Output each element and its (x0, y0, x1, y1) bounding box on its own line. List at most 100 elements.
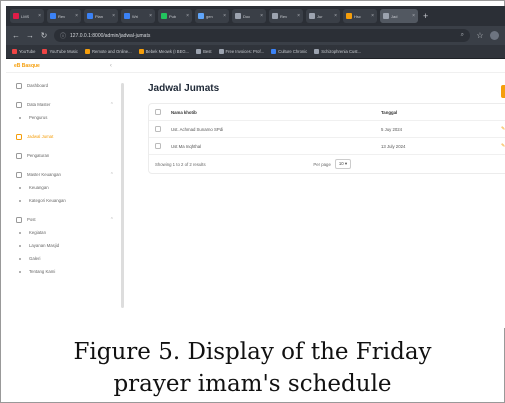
back-icon[interactable]: ← (12, 31, 20, 40)
bookmark-favicon-icon (218, 49, 224, 54)
per-page-select[interactable]: 10 ▾ (334, 159, 351, 169)
tab-label: Wri (132, 13, 138, 19)
tab-favicon-icon (161, 13, 167, 19)
sidebar-item-jadwal-jumat[interactable]: Jadwal Jumat (12, 130, 118, 143)
bookmark-favicon-icon (196, 49, 202, 54)
sidebar-item-label: Dashboard (27, 83, 49, 88)
app-brand[interactable]: eB Basque (14, 63, 40, 69)
bookmark-item[interactable]: Remote and Online... (85, 49, 132, 54)
sidebar-item-kategori-keuangan[interactable]: Kategori Keuangan (12, 194, 118, 207)
sidebar-item-galeri[interactable]: Galeri (12, 252, 118, 265)
cell-nama-khotib: Ust. Achmad Sunarno SPdi (171, 126, 224, 132)
tab-label: gen (206, 13, 213, 19)
address-bar: ← → ↻ ⓘ 127.0.0.1:8000/admin/jadwal-juma… (6, 26, 505, 45)
browser-tab[interactable]: Wri × (121, 9, 155, 23)
row-edit-icon[interactable]: ✎ (501, 143, 505, 149)
tab-close-icon[interactable]: × (412, 13, 415, 19)
sidebar-scrollbar[interactable] (121, 83, 124, 308)
sidebar-item-master-keuangan[interactable]: Master Keuangan ⌃ (12, 168, 118, 181)
main-content: Jadwal Jumats Nama khotib Tanggal Ust. A… (136, 73, 505, 328)
tab-favicon-icon (309, 13, 315, 19)
bookmark-item[interactable]: Schizophrenia Cust... (314, 49, 361, 54)
cell-tanggal: 5 Juy 2024 (381, 126, 403, 132)
chevron-up-icon[interactable]: ⌃ (110, 172, 114, 178)
tab-close-icon[interactable]: × (112, 13, 115, 19)
tab-label: Pub (169, 13, 177, 19)
tab-close-icon[interactable]: × (223, 13, 226, 19)
sidebar-item-pengurus[interactable]: Pengurus (12, 111, 118, 124)
bookmark-label: Free Invoices: Prof... (225, 49, 265, 54)
tab-close-icon[interactable]: × (38, 13, 41, 19)
new-record-button[interactable] (501, 85, 505, 98)
tab-close-icon[interactable]: × (297, 13, 300, 19)
tab-favicon-icon (50, 13, 56, 19)
forward-icon[interactable]: → (26, 31, 34, 40)
browser-tab[interactable]: Pub × (158, 9, 192, 23)
profile-avatar[interactable] (490, 31, 499, 40)
sidebar-item-data-master[interactable]: Data Master ⌃ (12, 98, 118, 111)
sidebar-item-label: Galeri (29, 256, 41, 261)
sidebar-item-label: Kategori Keuangan (29, 198, 66, 203)
browser-tab[interactable]: Rev × (269, 9, 303, 23)
column-header-nama-khotib[interactable]: Nama khotib (171, 110, 381, 115)
tab-close-icon[interactable]: × (186, 13, 189, 19)
row-edit-icon[interactable]: ✎ (501, 126, 505, 132)
bookmark-item[interactable]: YouTube Music (42, 49, 78, 54)
sidebar-item-dashboard[interactable]: Dashboard (12, 79, 118, 92)
browser-tab[interactable]: Hsc × (343, 9, 377, 23)
tab-close-icon[interactable]: × (149, 13, 152, 19)
tab-close-icon[interactable]: × (334, 13, 337, 19)
browser-tab[interactable]: LMS × (10, 9, 44, 23)
sidebar-item-tentang-kami[interactable]: Tentang Kami (12, 265, 118, 278)
chevron-down-icon: ▾ (344, 161, 347, 166)
bookmark-label: Schizophrenia Cust... (321, 49, 362, 54)
new-tab-icon[interactable]: + (423, 11, 428, 21)
collapse-sidebar-icon[interactable]: ‹ (110, 63, 112, 69)
site-info-icon[interactable]: ⓘ (60, 31, 66, 40)
bookmark-item[interactable]: Free Invoices: Prof... (218, 49, 265, 54)
bookmark-item[interactable]: Best (196, 49, 212, 54)
tab-close-icon[interactable]: × (260, 13, 263, 19)
browser-tab[interactable]: gen × (195, 9, 229, 23)
table-row[interactable]: Ust Ma Inqhthal 13 July 2024 ✎ (149, 138, 505, 155)
bookmark-item[interactable]: Bebek Meowk (I BEG... (138, 49, 189, 54)
sidebar-item-keuangan[interactable]: Keuangan (12, 181, 118, 194)
select-all-checkbox[interactable] (155, 109, 161, 115)
tab-close-icon[interactable]: × (371, 13, 374, 19)
sidebar-item-pengaturan[interactable]: Pengaturan (12, 149, 118, 162)
tab-close-icon[interactable]: × (75, 13, 78, 19)
tab-favicon-icon (198, 13, 204, 19)
column-header-tanggal[interactable]: Tanggal (381, 110, 501, 115)
app-topbar: eB Basque ‹ (6, 59, 505, 73)
browser-tab[interactable]: Rev × (47, 9, 81, 23)
chevron-up-icon[interactable]: ⌃ (110, 102, 114, 108)
reload-icon[interactable]: ↻ (40, 31, 48, 40)
bookmark-item[interactable]: YouTube (12, 49, 35, 54)
tab-label: Rev (280, 13, 288, 19)
browser-tab[interactable]: Doc × (232, 9, 266, 23)
sidebar-item-label: Kegiatan (29, 230, 46, 235)
table-row[interactable]: Ust. Achmad Sunarno SPdi 5 Juy 2024 ✎ (149, 121, 505, 138)
sidebar-item-layanan-masjid[interactable]: Layanan Masjid (12, 239, 118, 252)
browser-tab[interactable]: Jur × (306, 9, 340, 23)
browser-tab[interactable]: Jad × (380, 9, 418, 23)
table-card: Nama khotib Tanggal Ust. Achmad Sunarno … (148, 103, 505, 174)
sidebar-item-label: Keuangan (29, 185, 49, 190)
url-field[interactable]: ⓘ 127.0.0.1:8000/admin/jadwal-jumats ⌕ (54, 29, 470, 42)
sidebar-item-post[interactable]: Post ⌃ (12, 213, 118, 226)
star-icon[interactable]: ☆ (476, 31, 484, 40)
chevron-up-icon[interactable]: ⌃ (110, 217, 114, 223)
menu-icon (16, 171, 22, 178)
tab-label: LMS (21, 13, 30, 19)
browser-tab[interactable]: Plan × (84, 9, 118, 23)
url-text: 127.0.0.1:8000/admin/jadwal-jumats (70, 32, 151, 39)
search-icon[interactable]: ⌕ (461, 32, 464, 39)
table-header: Nama khotib Tanggal (149, 104, 505, 121)
bookmark-item[interactable]: Culture Chronic (271, 49, 307, 54)
tab-favicon-icon (13, 13, 19, 19)
sidebar-item-kegiatan[interactable]: Kegiatan (12, 226, 118, 239)
row-checkbox[interactable] (155, 126, 161, 132)
per-page: Per page 10 ▾ (313, 159, 351, 169)
bookmark-label: YouTube (19, 49, 36, 54)
row-checkbox[interactable] (155, 143, 161, 149)
